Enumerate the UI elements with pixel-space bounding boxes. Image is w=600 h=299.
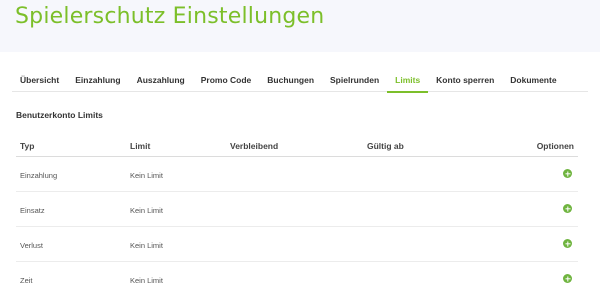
column-header-remaining: Verbleibend bbox=[230, 141, 279, 151]
cell-type: Einsatz bbox=[20, 206, 45, 215]
column-header-valid-from: Gültig ab bbox=[367, 141, 404, 151]
table-header: Typ Limit Verbleibend Gültig ab Optionen bbox=[16, 133, 578, 157]
cell-limit: Kein Limit bbox=[130, 241, 163, 250]
table-row: Zeit Kein Limit bbox=[16, 262, 578, 297]
cell-limit: Kein Limit bbox=[130, 276, 163, 285]
column-header-options: Optionen bbox=[536, 141, 574, 151]
tab-konto-sperren[interactable]: Konto sperren bbox=[428, 70, 502, 92]
tab-einzahlung[interactable]: Einzahlung bbox=[67, 70, 128, 92]
cell-limit: Kein Limit bbox=[130, 206, 163, 215]
tab-buchungen[interactable]: Buchungen bbox=[259, 70, 322, 92]
tab-dokumente[interactable]: Dokumente bbox=[502, 70, 564, 92]
section-title: Benutzerkonto Limits bbox=[16, 110, 103, 120]
plus-circle-icon[interactable] bbox=[563, 169, 572, 178]
cell-type: Zeit bbox=[20, 276, 33, 285]
tab-spielrunden[interactable]: Spielrunden bbox=[322, 70, 387, 92]
page-header: Spielerschutz Einstellungen bbox=[0, 0, 600, 52]
cell-type: Einzahlung bbox=[20, 171, 58, 180]
plus-circle-icon[interactable] bbox=[563, 239, 572, 248]
tab-auszahlung[interactable]: Auszahlung bbox=[129, 70, 193, 92]
column-header-limit: Limit bbox=[130, 141, 151, 151]
limits-table: Typ Limit Verbleibend Gültig ab Optionen… bbox=[16, 133, 578, 297]
table-row: Einzahlung Kein Limit bbox=[16, 157, 578, 192]
tab-limits[interactable]: Limits bbox=[387, 70, 429, 93]
cell-limit: Kein Limit bbox=[130, 171, 163, 180]
table-row: Verlust Kein Limit bbox=[16, 227, 578, 262]
tab-promo-code[interactable]: Promo Code bbox=[193, 70, 260, 92]
plus-circle-icon[interactable] bbox=[563, 204, 572, 213]
table-row: Einsatz Kein Limit bbox=[16, 192, 578, 227]
plus-circle-icon[interactable] bbox=[563, 274, 572, 283]
page-title: Spielerschutz Einstellungen bbox=[15, 4, 325, 29]
cell-type: Verlust bbox=[20, 241, 43, 250]
column-header-type: Typ bbox=[20, 141, 35, 151]
tab-bar: Übersicht Einzahlung Auszahlung Promo Co… bbox=[12, 70, 588, 93]
tab-uebersicht[interactable]: Übersicht bbox=[12, 70, 67, 92]
